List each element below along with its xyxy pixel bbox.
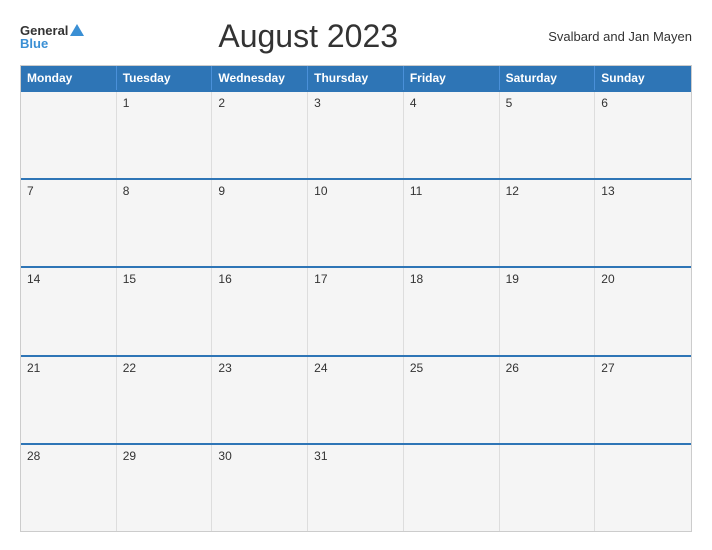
calendar-cell: 10 bbox=[308, 180, 404, 266]
calendar-cell: 14 bbox=[21, 268, 117, 354]
day-number: 16 bbox=[218, 272, 231, 286]
calendar-cell bbox=[500, 445, 596, 531]
calendar-cell: 12 bbox=[500, 180, 596, 266]
calendar-page: General Blue August 2023 Svalbard and Ja… bbox=[0, 0, 712, 550]
calendar-cell: 27 bbox=[595, 357, 691, 443]
logo: General Blue bbox=[20, 24, 84, 50]
calendar-cell bbox=[21, 92, 117, 178]
day-number: 3 bbox=[314, 96, 321, 110]
calendar-cell: 19 bbox=[500, 268, 596, 354]
day-number: 1 bbox=[123, 96, 130, 110]
day-number: 22 bbox=[123, 361, 136, 375]
calendar-cell: 3 bbox=[308, 92, 404, 178]
calendar-cell bbox=[595, 445, 691, 531]
calendar-weeks: 1234567891011121314151617181920212223242… bbox=[21, 90, 691, 531]
calendar-header-cell: Wednesday bbox=[212, 66, 308, 90]
calendar-cell: 1 bbox=[117, 92, 213, 178]
calendar-cell: 31 bbox=[308, 445, 404, 531]
calendar-header-cell: Friday bbox=[404, 66, 500, 90]
logo-general-text: General bbox=[20, 24, 68, 37]
calendar-header-row: MondayTuesdayWednesdayThursdayFridaySatu… bbox=[21, 66, 691, 90]
calendar-week: 21 22 23 24 25 26 27 bbox=[21, 355, 691, 443]
calendar-week: 14 15 16 17 18 19 20 bbox=[21, 266, 691, 354]
calendar-header-cell: Thursday bbox=[308, 66, 404, 90]
day-number: 24 bbox=[314, 361, 327, 375]
day-number: 4 bbox=[410, 96, 417, 110]
calendar-cell: 28 bbox=[21, 445, 117, 531]
day-number: 26 bbox=[506, 361, 519, 375]
day-number: 11 bbox=[410, 184, 422, 198]
calendar-cell: 18 bbox=[404, 268, 500, 354]
day-number: 27 bbox=[601, 361, 614, 375]
calendar-cell: 15 bbox=[117, 268, 213, 354]
day-number: 21 bbox=[27, 361, 40, 375]
calendar-cell: 21 bbox=[21, 357, 117, 443]
calendar-cell: 13 bbox=[595, 180, 691, 266]
day-number: 2 bbox=[218, 96, 225, 110]
logo-triangle-icon bbox=[70, 24, 84, 36]
calendar-week: 28 29 30 31 bbox=[21, 443, 691, 531]
day-number: 29 bbox=[123, 449, 136, 463]
day-number: 12 bbox=[506, 184, 519, 198]
calendar-cell: 17 bbox=[308, 268, 404, 354]
day-number: 9 bbox=[218, 184, 225, 198]
day-number: 17 bbox=[314, 272, 327, 286]
calendar: MondayTuesdayWednesdayThursdayFridaySatu… bbox=[20, 65, 692, 532]
day-number: 14 bbox=[27, 272, 40, 286]
calendar-cell bbox=[404, 445, 500, 531]
calendar-cell: 23 bbox=[212, 357, 308, 443]
day-number: 6 bbox=[601, 96, 608, 110]
calendar-cell: 6 bbox=[595, 92, 691, 178]
region-label: Svalbard and Jan Mayen bbox=[532, 29, 692, 44]
calendar-cell: 4 bbox=[404, 92, 500, 178]
day-number: 18 bbox=[410, 272, 423, 286]
header: General Blue August 2023 Svalbard and Ja… bbox=[20, 18, 692, 55]
calendar-header-cell: Tuesday bbox=[117, 66, 213, 90]
day-number: 30 bbox=[218, 449, 231, 463]
calendar-cell: 25 bbox=[404, 357, 500, 443]
day-number: 19 bbox=[506, 272, 519, 286]
calendar-cell: 30 bbox=[212, 445, 308, 531]
calendar-cell: 7 bbox=[21, 180, 117, 266]
calendar-header-cell: Monday bbox=[21, 66, 117, 90]
day-number: 20 bbox=[601, 272, 614, 286]
day-number: 7 bbox=[27, 184, 34, 198]
calendar-cell: 5 bbox=[500, 92, 596, 178]
calendar-cell: 8 bbox=[117, 180, 213, 266]
logo-blue-text: Blue bbox=[20, 37, 48, 50]
day-number: 15 bbox=[123, 272, 136, 286]
month-title: August 2023 bbox=[84, 18, 532, 55]
calendar-cell: 9 bbox=[212, 180, 308, 266]
calendar-cell: 16 bbox=[212, 268, 308, 354]
day-number: 8 bbox=[123, 184, 130, 198]
calendar-cell: 20 bbox=[595, 268, 691, 354]
day-number: 5 bbox=[506, 96, 513, 110]
day-number: 10 bbox=[314, 184, 327, 198]
calendar-cell: 22 bbox=[117, 357, 213, 443]
calendar-cell: 2 bbox=[212, 92, 308, 178]
calendar-header-cell: Sunday bbox=[595, 66, 691, 90]
calendar-week: 1 2 3 4 5 6 bbox=[21, 90, 691, 178]
day-number: 23 bbox=[218, 361, 231, 375]
calendar-cell: 24 bbox=[308, 357, 404, 443]
calendar-header-cell: Saturday bbox=[500, 66, 596, 90]
calendar-week: 7 8 9 10 11 12 13 bbox=[21, 178, 691, 266]
day-number: 13 bbox=[601, 184, 614, 198]
calendar-cell: 11 bbox=[404, 180, 500, 266]
day-number: 31 bbox=[314, 449, 327, 463]
calendar-cell: 26 bbox=[500, 357, 596, 443]
day-number: 28 bbox=[27, 449, 40, 463]
calendar-cell: 29 bbox=[117, 445, 213, 531]
day-number: 25 bbox=[410, 361, 423, 375]
